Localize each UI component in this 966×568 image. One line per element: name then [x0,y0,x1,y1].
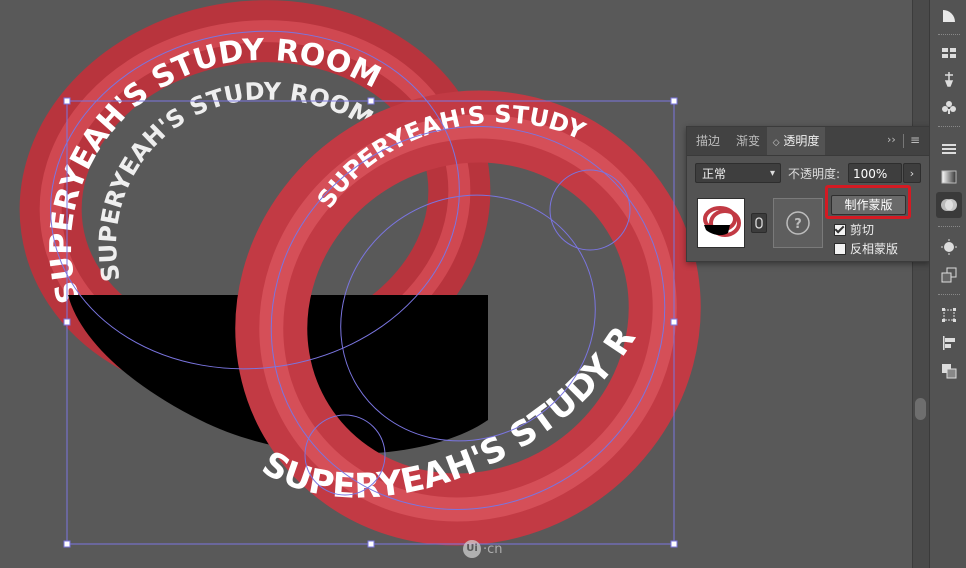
align-icon[interactable] [936,330,962,356]
make-mask-button[interactable]: 制作蒙版 [831,195,906,215]
panel-menu-icon[interactable]: ≡ [910,133,920,147]
question-circle-icon: ? [786,211,810,235]
svg-text:?: ? [794,217,802,232]
transform-icon[interactable] [936,302,962,328]
graphic-styles-icon[interactable] [936,262,962,288]
opacity-slider-arrow[interactable]: › [903,163,921,183]
watermark: Ui ·cn [463,540,503,558]
panel-dock [929,0,966,568]
tab-transparency-icon: ◇ [772,138,780,148]
swatches-icon[interactable] [936,40,962,66]
scrollbar-thumb[interactable] [915,398,926,420]
watermark-text: ·cn [483,541,503,557]
opacity-input[interactable]: 100% [848,163,902,183]
clip-label: 剪切 [850,223,875,237]
tab-transparency[interactable]: ◇ 透明度 [767,127,825,155]
tab-transparency-label: 透明度 [783,134,820,148]
transparency-panel: 描边 渐变 ◇ 透明度 ›› ≡ 正常 ▾ 不透明度: 100% › ? 制作蒙… [686,126,930,262]
artwork-thumbnail[interactable] [697,198,745,248]
brushes-icon[interactable] [936,66,962,92]
tab-stroke[interactable]: 描边 [687,127,729,155]
tab-gradient[interactable]: 渐变 [729,127,767,155]
invert-mask-checkbox[interactable] [834,242,846,255]
clip-checkbox[interactable] [834,223,846,236]
blend-mode-select[interactable]: 正常 ▾ [695,163,781,183]
chevron-down-icon: ▾ [769,168,775,179]
gradient-icon[interactable] [936,164,962,190]
thumbnail-image [703,206,741,237]
invert-mask-option[interactable]: 反相蒙版 [834,240,898,257]
canvas[interactable]: SUPERYEAH'S STUDY ROOM SUPERYEAH'S STUDY… [0,0,912,568]
transparency-icon[interactable] [936,192,962,218]
panel-collapse-icon[interactable]: ›› [887,133,896,146]
opacity-label: 不透明度: [788,167,841,181]
ring-artwork[interactable]: SUPERYEAH'S STUDY ROOM SUPERYEAH'S STUDY… [0,0,912,568]
panel-tabs: 描边 渐变 ◇ 透明度 ›› ≡ [687,127,929,156]
color-guide-icon[interactable] [936,3,962,29]
vertical-scrollbar[interactable] [912,0,929,568]
link-icon[interactable] [751,213,767,233]
watermark-logo: Ui [463,540,481,558]
clip-option[interactable]: 剪切 [834,221,874,238]
stroke-icon[interactable] [936,136,962,162]
invert-mask-label: 反相蒙版 [850,242,899,256]
blend-mode-value: 正常 [702,167,727,181]
symbols-icon[interactable] [936,94,962,120]
mask-thumbnail[interactable]: ? [773,198,823,248]
pathfinder-icon[interactable] [936,358,962,384]
appearance-icon[interactable] [936,234,962,260]
